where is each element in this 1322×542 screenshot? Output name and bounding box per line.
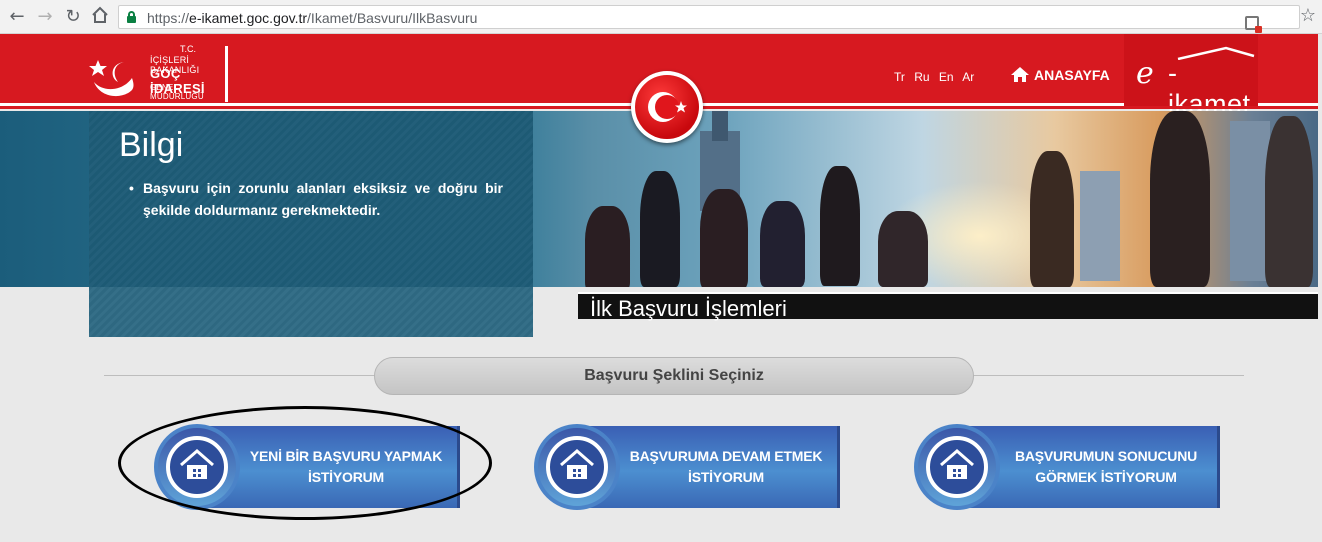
site-settings-icon[interactable] bbox=[1245, 16, 1262, 33]
language-selector: Tr Ru En Ar bbox=[894, 70, 980, 84]
view-result-button[interactable]: BAŞVURUMUN SONUCUNU GÖRMEK İSTİYORUM bbox=[914, 424, 1220, 510]
selection-heading: Başvuru Şeklini Seçiniz bbox=[374, 357, 974, 395]
reload-icon[interactable]: ↻ bbox=[62, 6, 84, 28]
house-icon bbox=[940, 449, 974, 479]
lang-en-link[interactable]: En bbox=[939, 70, 954, 84]
lang-tr-link[interactable]: Tr bbox=[894, 70, 905, 84]
bookmark-star-icon[interactable]: ☆ bbox=[1300, 5, 1316, 26]
section-title: İlk Başvuru İşlemleri bbox=[578, 292, 1318, 321]
home-link[interactable]: ANASAYFA bbox=[1010, 66, 1110, 83]
forward-arrow-icon[interactable]: → bbox=[34, 6, 56, 28]
page: T.C. İÇİŞLERİ BAKANLIĞI GÖÇ İDARESİ GENE… bbox=[0, 34, 1322, 542]
house-icon bbox=[560, 449, 594, 479]
continue-application-button[interactable]: BAŞVURUMA DEVAM ETMEK İSTİYORUM bbox=[534, 424, 840, 510]
lock-icon bbox=[127, 11, 136, 23]
home-icon[interactable] bbox=[89, 6, 111, 28]
crescent-star-icon bbox=[89, 60, 134, 97]
e-ikamet-logo[interactable]: e -ikamet bbox=[1124, 34, 1258, 119]
turkish-flag-icon bbox=[631, 71, 703, 143]
new-application-button[interactable]: YENİ BİR BAŞVURU YAPMAK İSTİYORUM bbox=[154, 424, 460, 510]
url-text: https://e-ikamet.goc.gov.tr/Ikamet/Basvu… bbox=[147, 10, 478, 26]
house-icon bbox=[1011, 67, 1029, 82]
back-arrow-icon[interactable]: ← bbox=[6, 6, 28, 28]
lang-ru-link[interactable]: Ru bbox=[914, 70, 929, 84]
address-bar[interactable]: https://e-ikamet.goc.gov.tr/Ikamet/Basvu… bbox=[118, 5, 1300, 33]
goc-idaresi-logo[interactable]: T.C. İÇİŞLERİ BAKANLIĞI GÖÇ İDARESİ GENE… bbox=[88, 44, 233, 102]
lang-ar-link[interactable]: Ar bbox=[962, 70, 974, 84]
info-text: Başvuru için zorunlu alanları eksiksiz v… bbox=[129, 177, 503, 221]
house-icon bbox=[180, 449, 214, 479]
info-panel: Bilgi Başvuru için zorunlu alanları eksi… bbox=[89, 111, 533, 337]
info-title: Bilgi bbox=[119, 126, 184, 164]
browser-toolbar: ← → ↻ https://e-ikamet.goc.gov.tr/Ikamet… bbox=[0, 0, 1322, 34]
